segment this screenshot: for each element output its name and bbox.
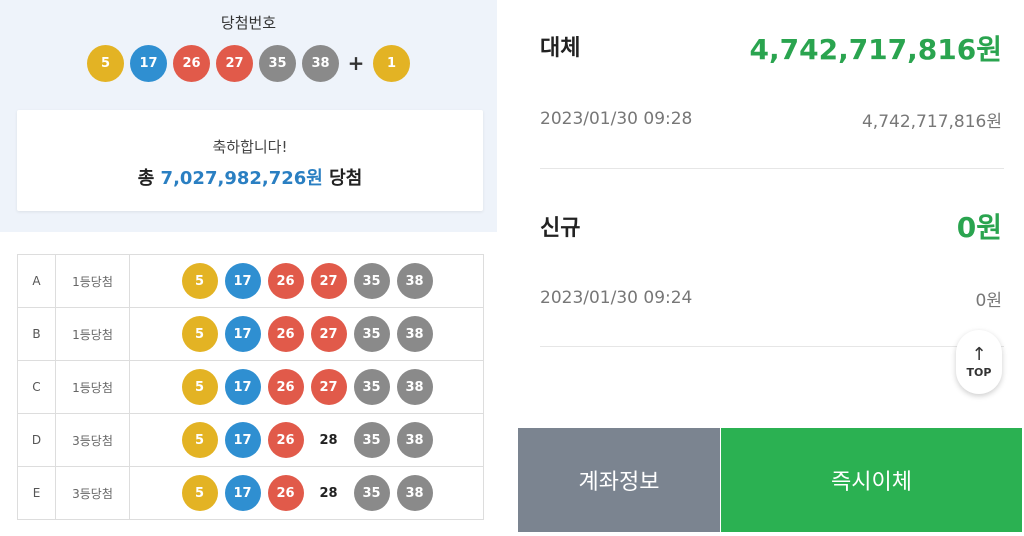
account-info-button[interactable]: 계좌정보 <box>518 428 720 532</box>
lotto-ball: 5 <box>181 369 218 405</box>
bonus-ball: 1 <box>373 44 410 82</box>
lotto-ball: 35 <box>353 369 390 405</box>
transaction-datetime: 2023/01/30 09:28 <box>540 109 693 129</box>
ticket-rank: 3등당첨 <box>56 414 130 466</box>
ticket-numbers: 5 17 26 28 35 38 <box>131 414 483 466</box>
lotto-ball: 26 <box>267 316 304 352</box>
lotto-ball: 38 <box>396 316 433 352</box>
lotto-ball: 27 <box>310 316 347 352</box>
lotto-ball: 27 <box>310 263 347 299</box>
lotto-ball: 38 <box>396 422 433 458</box>
ticket-rank: 1등당첨 <box>56 361 130 413</box>
ticket-rank: 3등당첨 <box>56 467 130 519</box>
ticket-row: A 1등당첨 5 17 26 27 35 38 <box>17 255 484 308</box>
ticket-table: A 1등당첨 5 17 26 27 35 38 B 1등당첨 5 17 26 27 35 38 C 1등당첨 5 17… <box>17 254 484 520</box>
lotto-ball: 17 <box>130 44 167 82</box>
instant-transfer-button[interactable]: 즉시이체 <box>721 428 1022 532</box>
transaction-divider <box>540 346 1004 347</box>
transaction-balance: 0원 <box>975 291 1002 311</box>
lotto-result-panel: 당첨번호 5 17 26 27 35 38 +1 축하합니다! 총 7,027,982,72… <box>0 0 500 536</box>
bank-transaction-panel: 대체 4,742,717,816원 2023/01/30 09:28 4,742… <box>516 0 1024 536</box>
lotto-ball: 27 <box>310 369 347 405</box>
lotto-ball: 17 <box>224 475 261 511</box>
lotto-ball: 35 <box>353 263 390 299</box>
total-prefix: 총 <box>137 168 155 189</box>
ticket-row: D 3등당첨 5 17 26 28 35 38 <box>17 414 484 467</box>
lotto-ball: 17 <box>224 263 261 299</box>
lotto-ball: 35 <box>353 475 390 511</box>
lotto-ball: 27 <box>216 44 253 82</box>
lotto-ball: 35 <box>353 422 390 458</box>
ticket-numbers: 5 17 26 28 35 38 <box>131 467 483 519</box>
lotto-ball: 38 <box>396 475 433 511</box>
winning-numbers-title: 당첨번호 <box>220 14 277 32</box>
ticket-letter: C <box>18 361 56 413</box>
total-suffix: 당첨 <box>329 168 363 189</box>
congrats-text: 축하합니다! <box>212 138 288 156</box>
total-prize: 총 7,027,982,726원 당첨 <box>17 164 483 190</box>
lotto-number: 28 <box>319 432 338 448</box>
lotto-ball: 17 <box>224 369 261 405</box>
ticket-rank: 1등당첨 <box>56 255 130 307</box>
lotto-ball: 5 <box>181 263 218 299</box>
lotto-ball: 17 <box>224 422 261 458</box>
transaction-amount: 0원 <box>956 211 1002 244</box>
ticket-row: C 1등당첨 5 17 26 27 35 38 <box>17 361 484 414</box>
ticket-letter: D <box>18 414 56 466</box>
lotto-ball: 38 <box>396 369 433 405</box>
ticket-letter: A <box>18 255 56 307</box>
ticket-numbers: 5 17 26 27 35 38 <box>131 255 483 307</box>
lotto-ball: 38 <box>302 44 339 82</box>
winning-numbers-row: 5 17 26 27 35 38 +1 <box>0 44 497 82</box>
lotto-ball: 5 <box>181 475 218 511</box>
ticket-numbers: 5 17 26 27 35 38 <box>131 308 483 360</box>
ticket-row: E 3등당첨 5 17 26 28 35 38 <box>17 467 484 520</box>
transaction-type: 신규 <box>540 216 581 241</box>
ticket-rank: 1등당첨 <box>56 308 130 360</box>
lotto-number: 28 <box>319 485 338 501</box>
congrats-box: 축하합니다! 총 7,027,982,726원 당첨 <box>17 110 483 211</box>
ticket-letter: E <box>18 467 56 519</box>
arrow-up-icon: ↑ <box>971 343 987 365</box>
lotto-ball: 26 <box>173 44 210 82</box>
ticket-letter: B <box>18 308 56 360</box>
scroll-top-button[interactable]: ↑ TOP <box>956 330 1002 394</box>
ticket-numbers: 5 17 26 27 35 38 <box>131 361 483 413</box>
transaction-datetime: 2023/01/30 09:24 <box>540 288 693 308</box>
lotto-ball: 35 <box>259 44 296 82</box>
lotto-ball: 26 <box>267 369 304 405</box>
lotto-ball: 26 <box>267 263 304 299</box>
transaction-balance: 4,742,717,816원 <box>861 112 1002 132</box>
total-amount: 7,027,982,726원 <box>160 168 323 189</box>
scroll-top-label: TOP <box>966 365 992 379</box>
lotto-ball: 5 <box>181 316 218 352</box>
lotto-ball: 5 <box>181 422 218 458</box>
plus-icon: + <box>347 51 365 75</box>
lotto-ball: 17 <box>224 316 261 352</box>
lotto-ball: 38 <box>396 263 433 299</box>
ticket-row: B 1등당첨 5 17 26 27 35 38 <box>17 308 484 361</box>
winning-numbers-section: 당첨번호 5 17 26 27 35 38 +1 축하합니다! 총 7,027,982,72… <box>0 0 497 232</box>
lotto-ball: 5 <box>87 44 124 82</box>
transaction-amount: 4,742,717,816원 <box>749 33 1003 66</box>
lotto-ball: 26 <box>267 422 304 458</box>
transaction-type: 대체 <box>540 36 581 61</box>
transaction-divider <box>540 168 1004 169</box>
lotto-ball: 26 <box>267 475 304 511</box>
lotto-ball: 35 <box>353 316 390 352</box>
